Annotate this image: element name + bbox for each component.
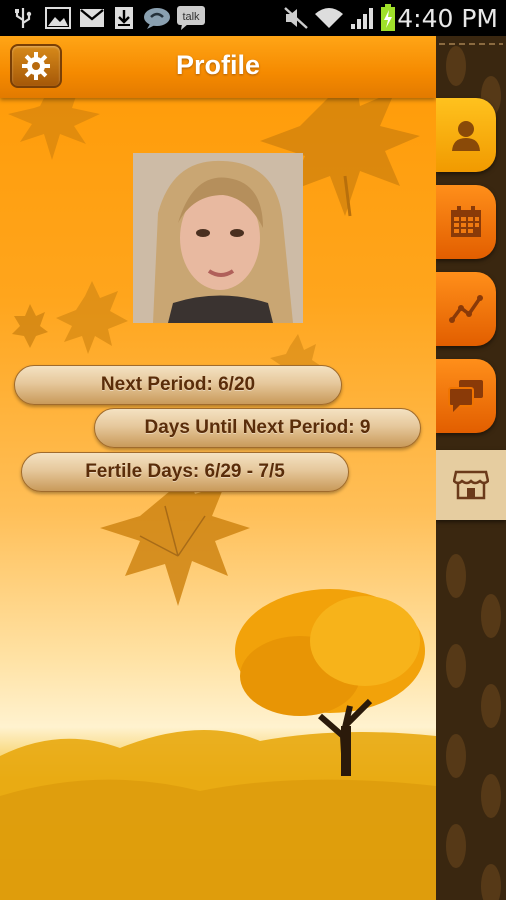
tab-calendar[interactable] — [436, 185, 496, 259]
tab-profile[interactable] — [436, 98, 496, 172]
gmail-icon — [78, 6, 106, 30]
mute-icon — [282, 6, 310, 30]
signal-icon — [348, 6, 376, 30]
svg-text:talk: talk — [182, 11, 200, 23]
maple-leaf-icon — [56, 281, 128, 354]
status-time: 4:40 PM — [397, 4, 498, 33]
image-icon — [44, 6, 72, 30]
profile-photo[interactable] — [133, 153, 303, 323]
maple-leaf-icon — [12, 304, 48, 348]
person-icon — [452, 121, 480, 151]
sidebar — [436, 36, 506, 900]
talk-icon: talk — [176, 6, 206, 30]
chat-icon — [448, 380, 483, 412]
battery-charging-icon — [380, 4, 396, 31]
status-bar: talk 4:40 PM — [0, 0, 506, 36]
download-icon — [113, 6, 135, 30]
chart-icon — [449, 295, 483, 323]
shop-icon — [453, 470, 489, 500]
tab-forum[interactable] — [436, 359, 496, 433]
page-title: Profile — [175, 50, 261, 80]
profile-panel: Profile Next Period: 6/20 Days Until Nex… — [0, 36, 436, 900]
calendar-icon — [451, 206, 481, 237]
avatar — [133, 153, 303, 323]
tab-chart[interactable] — [436, 272, 496, 346]
wifi-icon — [314, 6, 344, 30]
usb-icon — [10, 6, 36, 30]
fertile-days-label: Fertile Days: 6/29 - 7/5 — [21, 452, 349, 492]
chat-bubble-icon — [142, 6, 172, 30]
days-until-label: Days Until Next Period: 9 — [94, 408, 421, 448]
header-bar: Profile — [0, 36, 436, 98]
tab-shop[interactable] — [436, 450, 506, 520]
next-period-label: Next Period: 6/20 — [14, 365, 342, 405]
